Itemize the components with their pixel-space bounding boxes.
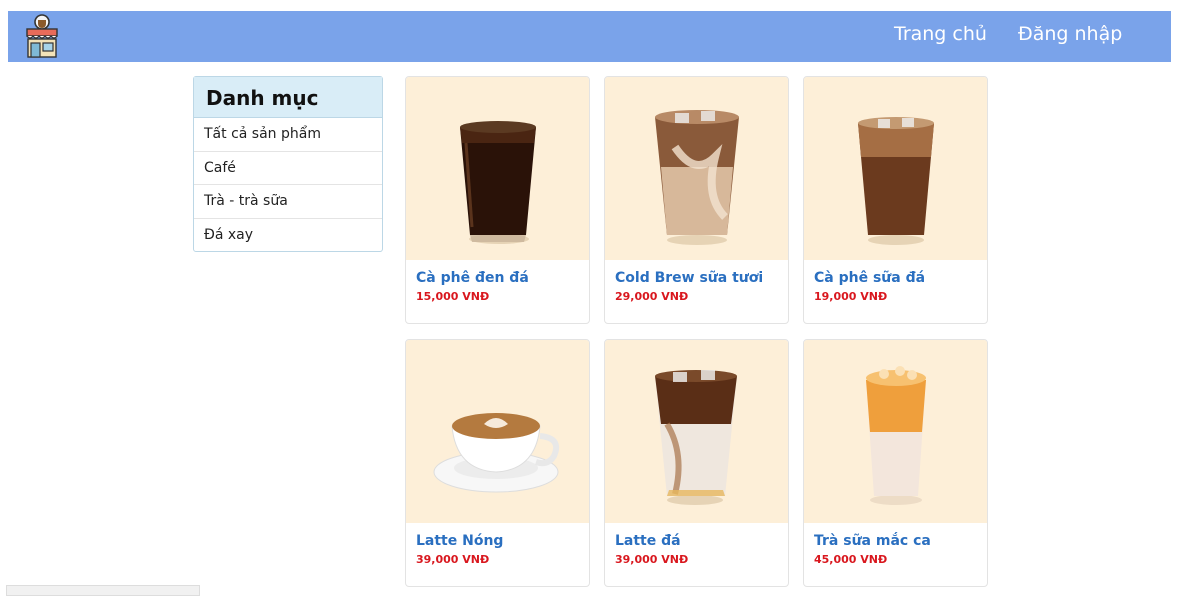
product-name[interactable]: Trà sữa mắc ca: [814, 533, 977, 549]
coffee-shop-icon[interactable]: [24, 13, 60, 59]
product-price: 15,000 VNĐ: [416, 290, 490, 303]
product-name[interactable]: Cà phê đen đá: [416, 270, 579, 286]
hot-latte-image[interactable]: [406, 340, 589, 523]
category-sidebar: Danh mục Tất cả sản phẩm Café Trà - trà …: [193, 76, 383, 252]
category-item-all[interactable]: Tất cả sản phẩm: [194, 118, 382, 152]
cold-brew-milk-image[interactable]: [605, 77, 788, 260]
product-card[interactable]: Latte Nóng 39,000 VNĐ: [405, 339, 590, 587]
product-price: 29,000 VNĐ: [615, 290, 689, 303]
product-card[interactable]: Cà phê sữa đá 19,000 VNĐ: [803, 76, 988, 324]
top-navbar: Trang chủ Đăng nhập: [8, 11, 1171, 62]
product-price: 19,000 VNĐ: [814, 290, 888, 303]
nav-login-link[interactable]: Đăng nhập: [1018, 23, 1122, 45]
product-name[interactable]: Cold Brew sữa tươi: [615, 270, 778, 286]
nav-home-link[interactable]: Trang chủ: [894, 23, 987, 45]
product-card[interactable]: Latte đá 39,000 VNĐ: [604, 339, 789, 587]
iced-latte-image[interactable]: [605, 340, 788, 523]
product-card[interactable]: Cold Brew sữa tươi 29,000 VNĐ: [604, 76, 789, 324]
category-item-cafe[interactable]: Café: [194, 152, 382, 185]
product-price: 39,000 VNĐ: [416, 553, 490, 566]
black-iced-coffee-image[interactable]: [406, 77, 589, 260]
product-price: 39,000 VNĐ: [615, 553, 689, 566]
iced-milk-coffee-image[interactable]: [804, 77, 987, 260]
product-price: 45,000 VNĐ: [814, 553, 888, 566]
product-name[interactable]: Latte đá: [615, 533, 778, 549]
product-name[interactable]: Cà phê sữa đá: [814, 270, 977, 286]
sidebar-title: Danh mục: [194, 77, 382, 118]
product-card[interactable]: Cà phê đen đá 15,000 VNĐ: [405, 76, 590, 324]
status-bar: [6, 585, 200, 596]
category-item-tea[interactable]: Trà - trà sữa: [194, 185, 382, 219]
product-card[interactable]: Trà sữa mắc ca 45,000 VNĐ: [803, 339, 988, 587]
macadamia-milk-tea-image[interactable]: [804, 340, 987, 523]
category-item-blended[interactable]: Đá xay: [194, 219, 382, 253]
product-name[interactable]: Latte Nóng: [416, 533, 579, 549]
